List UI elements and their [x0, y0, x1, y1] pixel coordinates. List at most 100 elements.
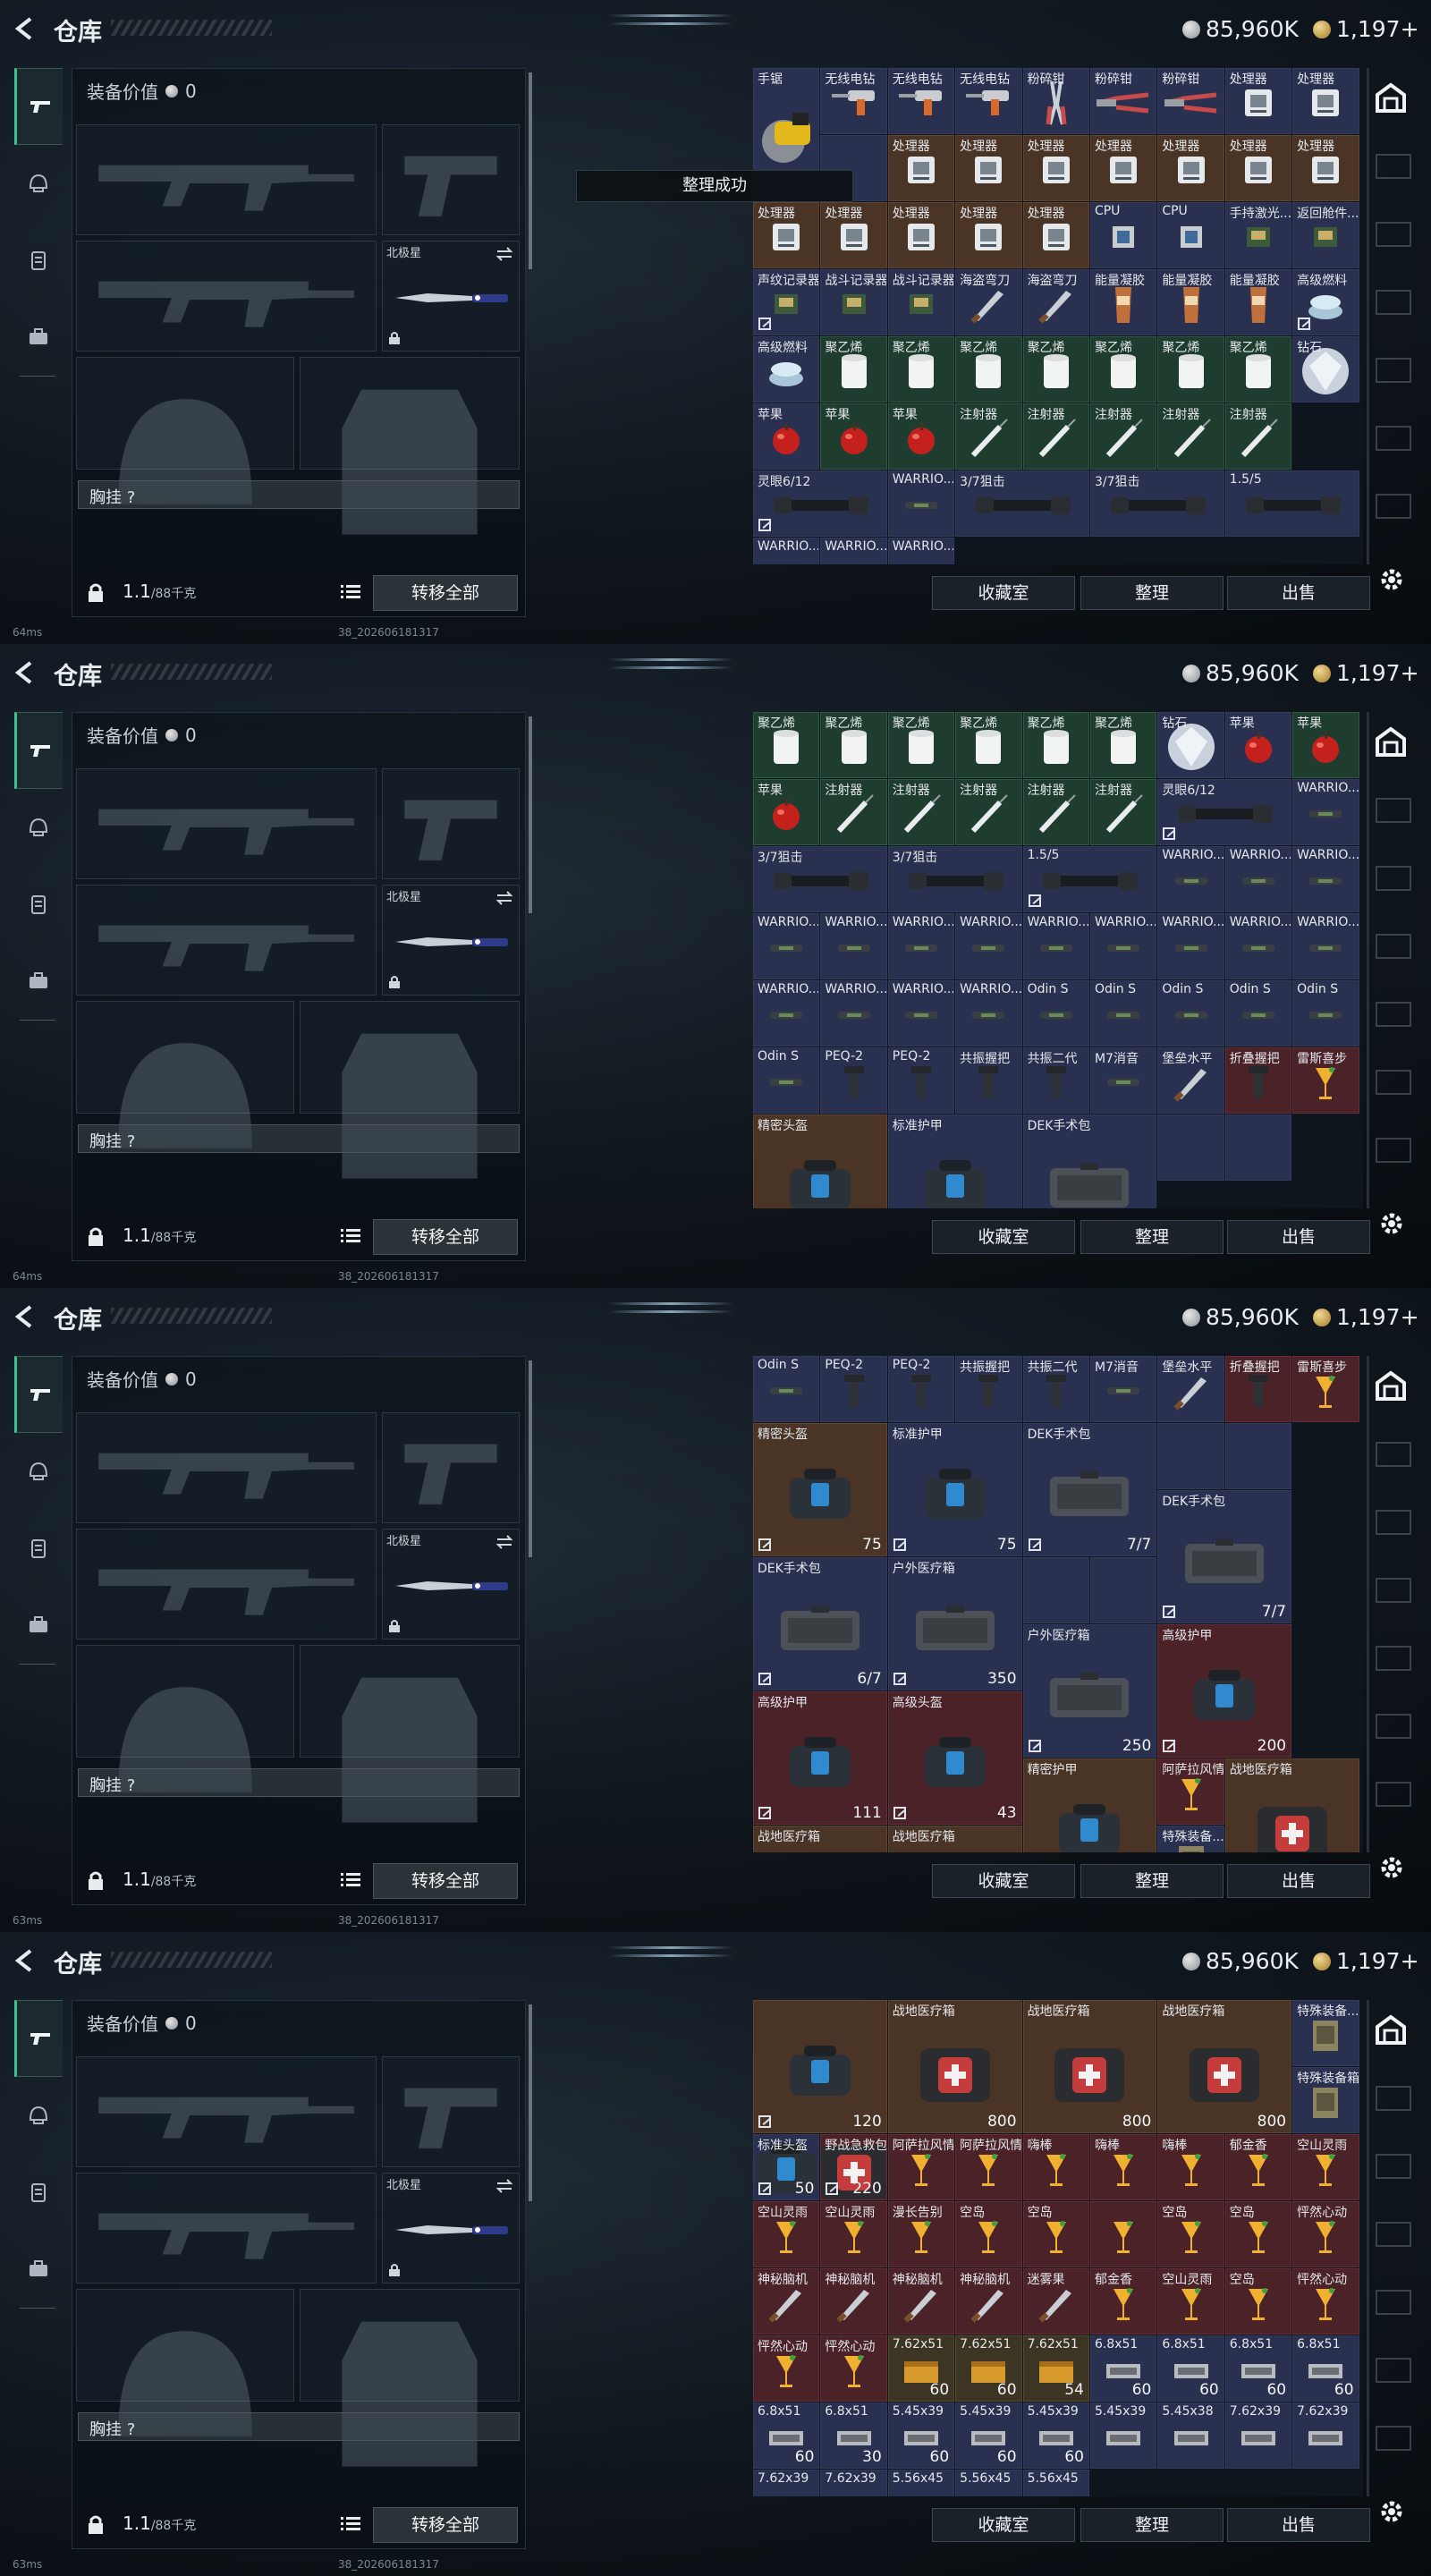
storage-tab-1[interactable] [1376, 1442, 1411, 1467]
list-icon[interactable] [341, 2516, 360, 2532]
equipment-scrollbar[interactable] [529, 716, 532, 913]
stash-item[interactable] [1089, 2201, 1157, 2267]
stash-item[interactable]: 3/7狙击 [955, 470, 1089, 537]
stash-item[interactable]: WARRIO... [887, 913, 955, 979]
stash-item[interactable]: 1.5/5 [1022, 846, 1157, 912]
stash-item[interactable]: 战斗记录器 [820, 269, 887, 335]
stash-item[interactable]: 5.45x39 60 [1022, 2402, 1089, 2469]
stash-item[interactable]: 堡垒水平 [1157, 1356, 1224, 1422]
stash-item[interactable]: 7.62x51 60 [955, 2335, 1022, 2402]
warehouse-icon[interactable] [1374, 724, 1408, 758]
stash-item[interactable]: WARRIO... [1292, 779, 1359, 845]
stash-item[interactable]: 标准头盔 50 [753, 2134, 820, 2200]
stash-item[interactable]: 120 [753, 2000, 887, 2133]
stash-item[interactable]: 空岛 [1224, 2268, 1292, 2334]
primary-weapon-slot[interactable] [76, 1412, 377, 1523]
stash-item[interactable]: 注射器 [1224, 403, 1292, 470]
stash-item[interactable]: 聚乙烯 [1022, 712, 1089, 778]
stash-item[interactable]: WARRIO... [1089, 913, 1157, 979]
collection-room-button[interactable]: 收藏室 [932, 1864, 1075, 1898]
vest-category-button[interactable] [14, 1510, 63, 1587]
stash-item[interactable]: 标准护甲75 [887, 1423, 1022, 1556]
settings-gear-icon[interactable] [1377, 565, 1406, 594]
stash-item[interactable]: PEQ-2 [820, 1356, 887, 1422]
stash-item[interactable]: 苹果 [1224, 712, 1292, 778]
stash-item[interactable]: 聚乙烯 [955, 712, 1022, 778]
stash-item[interactable]: 战地医疗箱 800 [1022, 2000, 1157, 2133]
stash-item[interactable]: 6.8x51 60 [1157, 2335, 1224, 2402]
stash-item[interactable]: DEK手术包7/7 [1022, 1114, 1157, 1208]
storage-tab-2[interactable] [1376, 1510, 1411, 1535]
stash-item[interactable]: 空山灵雨 [1157, 2268, 1224, 2334]
storage-tab-3[interactable] [1376, 290, 1411, 315]
armor-slot[interactable] [300, 357, 520, 535]
transfer-all-button[interactable]: 转移全部 [373, 2507, 518, 2543]
stash-item[interactable]: PEQ-2 [887, 1356, 955, 1422]
pistol-slot[interactable] [382, 2056, 520, 2167]
stash-item[interactable]: 处理器 [820, 202, 887, 268]
stash-item[interactable]: DEK手术包7/7 [1022, 1423, 1157, 1556]
stash-item[interactable]: 嗨棒 [1089, 2134, 1157, 2200]
stash-item[interactable]: 户外医疗箱 350 [887, 1557, 1022, 1690]
stash-item[interactable]: 粉碎钳 [1089, 68, 1157, 134]
stash-item[interactable]: WARRIO... [753, 913, 820, 979]
melee-slot[interactable]: 北极星 [382, 885, 520, 996]
storage-tab-6[interactable] [1376, 2426, 1411, 2451]
stash-item[interactable]: 粉碎钳 [1022, 68, 1089, 134]
stash-item[interactable]: 处理器 [887, 135, 955, 201]
stash-item[interactable]: WARRIO... [1157, 846, 1224, 912]
stash-item[interactable]: 神秘脑机 [955, 2268, 1022, 2334]
stash-item[interactable]: PEQ-2 [887, 1047, 955, 1114]
stash-item[interactable]: DEK手术包7/7 [1157, 1490, 1292, 1623]
stash-item[interactable]: 空岛 [955, 2201, 1022, 2267]
gold-currency[interactable]: 1,197+ [1313, 1948, 1419, 1974]
stash-item[interactable]: 钻石 [1157, 712, 1224, 778]
warehouse-icon[interactable] [1374, 2012, 1408, 2046]
stash-item[interactable]: 空岛 [1022, 2201, 1089, 2267]
stash-item[interactable]: 3/7狙击 [753, 846, 887, 912]
stash-item[interactable]: WARRIO... [955, 980, 1022, 1046]
gold-currency[interactable]: 1,197+ [1313, 16, 1419, 42]
stash-item[interactable]: 阿萨拉风情 [1157, 1758, 1224, 1825]
backpack-category-button[interactable] [14, 1587, 63, 1664]
sort-button[interactable]: 整理 [1080, 1864, 1224, 1898]
stash-item[interactable]: 空山灵雨 [820, 2201, 887, 2267]
gold-currency[interactable]: 1,197+ [1313, 1304, 1419, 1330]
stash-item[interactable]: 怦然心动 [753, 2335, 820, 2402]
stash-item[interactable]: 6.8x51 30 [820, 2402, 887, 2469]
storage-tab-2[interactable] [1376, 2154, 1411, 2179]
stash-item[interactable]: 户外医疗箱 250 [1022, 1624, 1157, 1758]
settings-gear-icon[interactable] [1377, 1853, 1406, 1882]
stash-item[interactable]: 标准护甲75 [887, 1114, 1022, 1208]
sell-button[interactable]: 出售 [1227, 2508, 1370, 2542]
helmet-category-button[interactable] [14, 789, 63, 866]
helmet-slot[interactable] [76, 2289, 294, 2436]
stash-item[interactable]: DEK手术包 6/7 [753, 1557, 887, 1690]
stash-item[interactable]: Odin S [1157, 980, 1224, 1046]
stash-item[interactable]: 手持激光... [1224, 202, 1292, 268]
stash-item[interactable]: WARRIO... [820, 980, 887, 1046]
sell-button[interactable]: 出售 [1227, 576, 1370, 610]
stash-item[interactable]: 战地医疗箱 800 [1157, 2000, 1292, 2133]
sort-button[interactable]: 整理 [1080, 576, 1224, 610]
melee-slot[interactable]: 北极星 [382, 1529, 520, 1640]
stash-item[interactable]: 5.45x39 60 [887, 2402, 955, 2469]
chest-rig-slot[interactable]: 胸挂 ? [78, 1124, 520, 1153]
settings-gear-icon[interactable] [1377, 1209, 1406, 1238]
stash-item[interactable]: 阿萨拉风情 [887, 2134, 955, 2200]
stash-item[interactable]: 阿萨拉风情 [955, 2134, 1022, 2200]
helmet-slot[interactable] [76, 357, 294, 504]
swap-icon[interactable] [495, 2179, 513, 2193]
stash-item[interactable]: 注射器 [1022, 403, 1089, 470]
stash-item[interactable]: 嗨棒 [1022, 2134, 1089, 2200]
stash-item[interactable]: 折叠握把 [1224, 1047, 1292, 1114]
stash-item[interactable]: M7消音 [1089, 1356, 1157, 1422]
stash-item[interactable]: 空山灵雨 [753, 2201, 820, 2267]
pistol-slot[interactable] [382, 768, 520, 879]
stash-item[interactable]: WARRIO... [1157, 913, 1224, 979]
helmet-category-button[interactable] [14, 145, 63, 222]
storage-tab-6[interactable] [1376, 1782, 1411, 1807]
silver-currency[interactable]: 85,960K [1182, 660, 1299, 686]
storage-tab-6[interactable] [1376, 494, 1411, 519]
stash-item[interactable]: 堡垒水平 [1157, 1047, 1224, 1114]
